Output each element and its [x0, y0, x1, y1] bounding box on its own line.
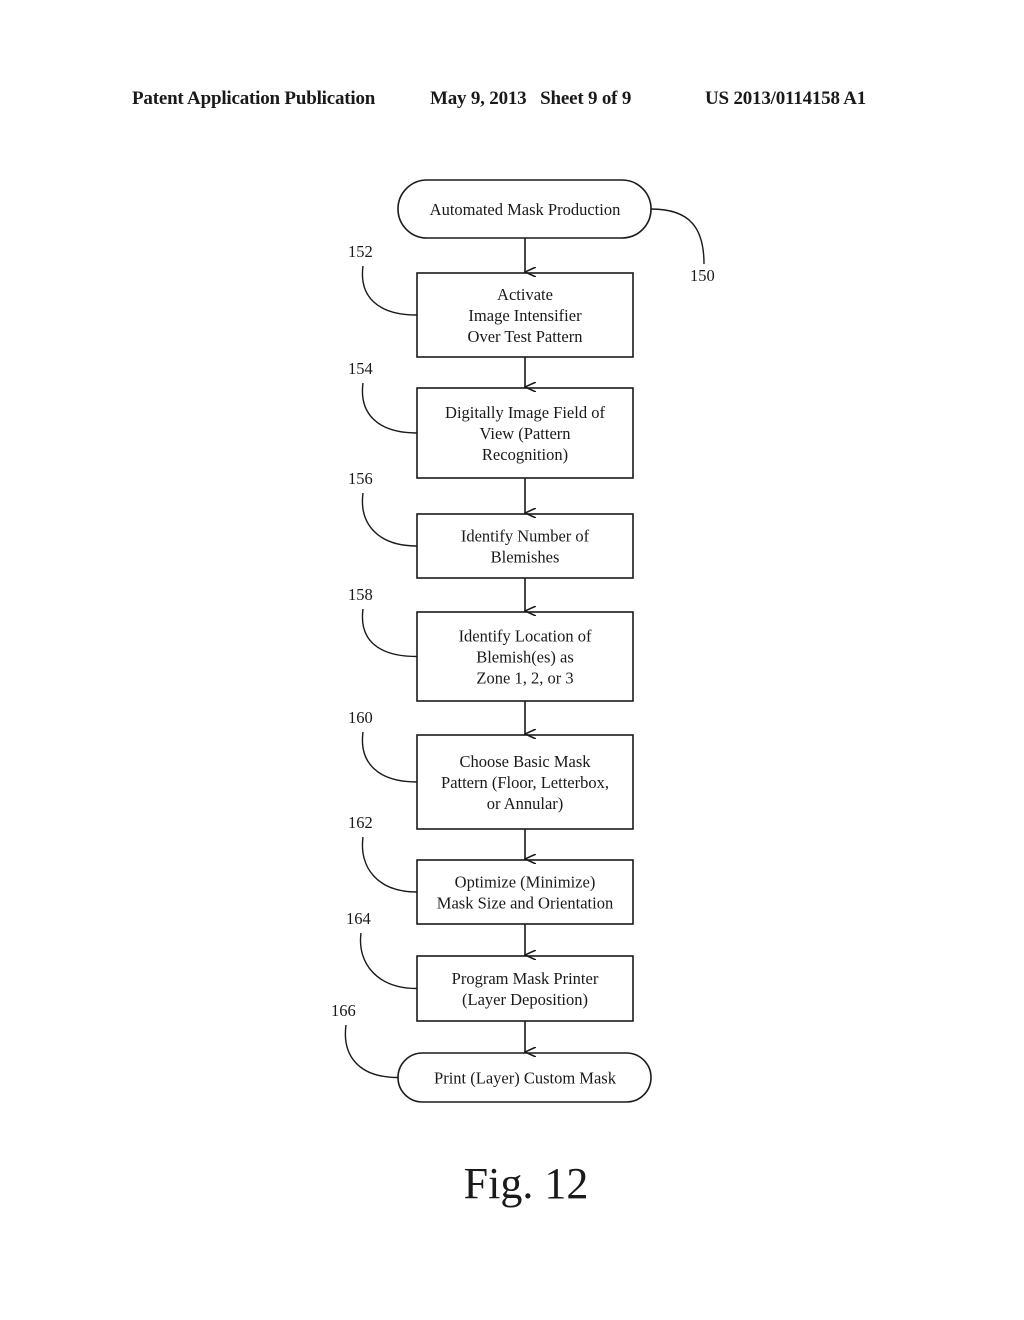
- reference-numeral: 152: [348, 242, 373, 261]
- reference-numeral: 158: [348, 585, 373, 604]
- reference-numeral: 162: [348, 813, 373, 832]
- node-text-line: Digitally Image Field of: [445, 403, 605, 422]
- reference-numeral: 164: [346, 909, 371, 928]
- flow-node-s164: Program Mask Printer (Layer Deposition): [416, 955, 634, 1022]
- flow-node-s156: Identify Number of Blemishes: [416, 513, 634, 579]
- leader-line: [650, 208, 705, 265]
- node-text-line: Identify Number of: [461, 527, 590, 546]
- node-text-line: Mask Size and Orientation: [437, 894, 613, 913]
- flowchart: Automated Mask Production Activate Image I…: [331, 179, 715, 1103]
- reference-numeral: 166: [331, 1001, 356, 1020]
- node-text-line: Zone 1, 2, or 3: [476, 669, 573, 688]
- node-text-line: Choose Basic Mask: [459, 752, 591, 771]
- node-text-line: Activate: [497, 285, 553, 304]
- reference-numeral: 154: [348, 359, 373, 378]
- node-text-line: Automated Mask Production: [430, 200, 621, 219]
- flow-node-s162: Optimize (Minimize) Mask Size and Orienta…: [416, 859, 634, 925]
- flow-node-s160: Choose Basic Mask Pattern (Floor, Letterb…: [416, 734, 634, 830]
- flow-node-s154: Digitally Image Field of View (Pattern Rec…: [416, 387, 634, 479]
- flow-node-end: Print (Layer) Custom Mask: [397, 1052, 652, 1103]
- reference-numeral-figure: 150: [690, 266, 715, 285]
- leader-line: [361, 382, 418, 434]
- node-text-line: Program Mask Printer: [452, 969, 599, 988]
- leader-line: [361, 731, 418, 783]
- leader-line: [359, 932, 418, 990]
- leader-line: [361, 608, 418, 658]
- process-box: [416, 859, 634, 925]
- node-text-line: Over Test Pattern: [468, 327, 583, 346]
- node-text-line: (Layer Deposition): [462, 990, 588, 1009]
- node-text-line: Recognition): [482, 445, 568, 464]
- leader-line: [361, 492, 418, 547]
- reference-numeral: 160: [348, 708, 373, 727]
- node-text-line: or Annular): [487, 794, 564, 813]
- node-text-line: Optimize (Minimize): [455, 873, 596, 892]
- node-text-line: Blemishes: [491, 548, 560, 567]
- figure-label: Fig. 12: [463, 1159, 589, 1208]
- node-text-line: Print (Layer) Custom Mask: [434, 1069, 617, 1088]
- leader-line: [361, 836, 418, 893]
- flow-node-s152: Activate Image Intensifier Over Test Patte…: [416, 272, 634, 358]
- flow-node-s158: Identify Location of Blemish(es) as Zone 1…: [416, 611, 634, 702]
- node-text-line: Blemish(es) as: [476, 648, 574, 667]
- process-box: [416, 955, 634, 1022]
- flow-node-start: Automated Mask Production: [397, 179, 652, 239]
- node-text-line: Identify Location of: [459, 627, 592, 646]
- node-text-line: Pattern (Floor, Letterbox,: [441, 773, 609, 792]
- leader-line: [344, 1024, 399, 1079]
- process-box: [416, 513, 634, 579]
- leader-line: [361, 265, 418, 316]
- reference-numeral: 156: [348, 469, 373, 488]
- node-text-line: View (Pattern: [479, 424, 570, 443]
- node-text-line: Image Intensifier: [468, 306, 582, 325]
